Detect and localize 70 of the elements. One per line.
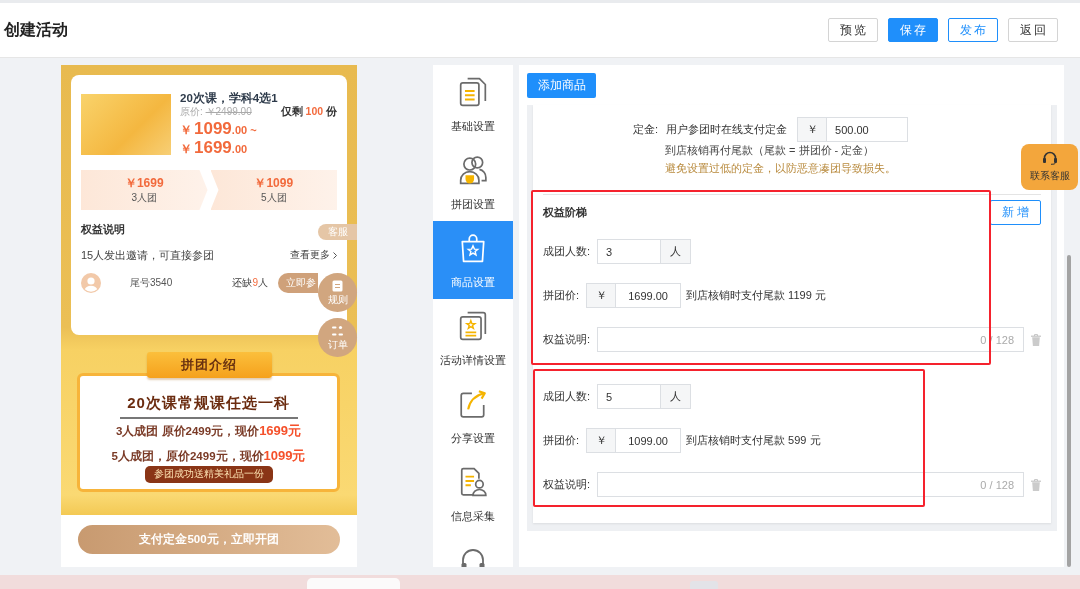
tier-label: 5人团 [260,190,287,205]
document-person-icon [459,467,487,497]
group-tier-card[interactable]: ￥1699 3人团 [81,170,208,210]
note-text: 到店核销再付尾款（尾款 = 拼团价 - 定金） [665,143,875,158]
field-description: 用户参团时在线支付定金 [666,122,788,137]
section-title: 权益说明 [81,222,125,237]
document-stack-icon [459,77,487,107]
original-price: 原价: ￥2499.00 [180,105,252,119]
shopping-bag-icon [459,233,487,263]
view-more-link[interactable]: 查看更多 [290,248,337,262]
section-banner: 拼团介绍 [146,352,272,378]
page-title: 创建活动 [4,19,68,40]
price-input[interactable]: 1699.00 [616,283,682,308]
star-card-icon [459,311,487,341]
field-label: 成团人数: [543,244,591,259]
trash-icon[interactable] [1031,478,1041,491]
preview-button[interactable]: 预览 [828,18,878,42]
field-label: 拼团价: [543,433,580,448]
section-title: 权益阶梯 [543,205,587,220]
field-label: 权益说明: [543,332,591,347]
unit-addon: 人 [661,384,692,409]
support-button[interactable]: 联系客服 [1021,144,1078,190]
currency-addon: ￥ [797,117,828,142]
intro-line: 3人成团 原价2499元，现价1699元 [115,423,302,439]
add-tier-button[interactable]: 新 增 [990,200,1041,225]
unit-addon: 人 [661,239,692,264]
headset-icon [1041,151,1058,165]
balance-note: 到店核销时支付尾款 599 元 [686,433,821,448]
invite-text: 15人发出邀请，可直接参团 [81,247,215,263]
field-label: 拼团价: [543,288,580,303]
price-text: ￥1699.00 [180,138,248,157]
document-icon [332,280,343,292]
nav-item[interactable]: 基础设置 [433,65,513,143]
list-icon [332,325,343,337]
intro-headline: 20次课常规课任选一科 [127,393,290,413]
missing-count-text: 还缺9人 [232,276,268,290]
headset-icon [460,546,486,567]
nav-item[interactable]: 拼团设置 [433,143,513,221]
price-input[interactable]: 1099.00 [616,428,682,453]
trash-icon[interactable] [1031,333,1041,346]
chevron-icon [333,251,337,259]
back-button[interactable]: 返回 [1008,18,1058,42]
scrollbar-thumb[interactable] [1067,255,1071,567]
gift-badge: 参团成功送精美礼品一份 [144,466,273,483]
currency-addon: ￥ [586,428,617,453]
group-size-input[interactable]: 3 [597,239,662,264]
balance-note: 到店核销时支付尾款 1199 元 [686,288,826,303]
member-name: 尾号3540 [130,276,173,290]
tier-price: ￥1099 [254,175,294,191]
avatar-icon [81,273,101,293]
deposit-input[interactable]: 500.00 [827,117,909,142]
stock-text: 仅剩 100 份 [280,105,337,119]
nav-item[interactable]: 分享设置 [433,377,513,455]
nav-item[interactable]: 活动详情设置 [433,299,513,377]
warning-text: 避免设置过低的定金，以防恶意凑团导致损失。 [665,161,896,176]
tier-price: ￥1699 [124,175,164,191]
field-label: 成团人数: [543,389,591,404]
tier-label: 3人团 [131,190,158,205]
nav-item[interactable]: 信息采集 [433,455,513,533]
people-icon [459,155,487,185]
group-tier-card[interactable]: ￥1099 5人团 [210,170,337,210]
share-icon [459,389,487,419]
group-size-input[interactable]: 5 [597,384,662,409]
price-text: ￥1099.00 ~ [180,119,257,138]
product-title: 20次课，学科4选1 [180,91,278,105]
field-label: 定金: [633,122,659,137]
taskbar-item[interactable] [307,578,400,589]
currency-addon: ￥ [586,283,617,308]
intro-line: 5人成团，原价2499元，现价1099元 [111,448,306,464]
field-label: 权益说明: [543,477,591,492]
